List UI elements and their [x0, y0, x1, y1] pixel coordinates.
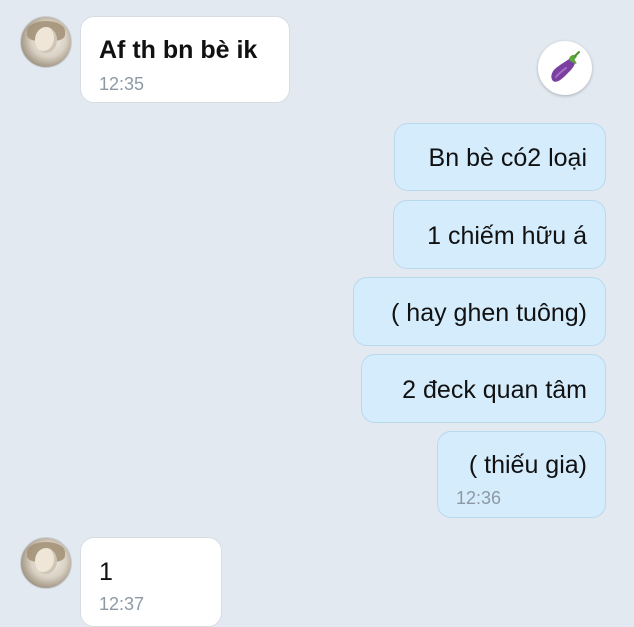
reaction-badge[interactable]: [538, 41, 592, 95]
avatar-face: [35, 548, 57, 574]
outgoing-message[interactable]: Bn bè có2 loại: [394, 123, 606, 191]
message-text: 1 chiếm hữu á: [427, 222, 587, 250]
eggplant-icon: [551, 51, 580, 82]
outgoing-message[interactable]: ( hay ghen tuông): [353, 277, 606, 346]
avatar-face: [35, 27, 57, 53]
contact-avatar[interactable]: [20, 16, 72, 68]
message-text: ( hay ghen tuông): [391, 299, 587, 327]
contact-avatar[interactable]: [20, 537, 72, 589]
incoming-message[interactable]: 1 12:37: [80, 537, 222, 627]
message-text: Af th bn bè ik: [99, 36, 258, 64]
incoming-message[interactable]: Af th bn bè ik 12:35: [80, 16, 290, 103]
message-text: 1: [99, 558, 113, 586]
message-text: 2 đeck quan tâm: [402, 376, 587, 404]
message-text: ( thiếu gia): [468, 451, 587, 479]
message-time: 12:35: [99, 74, 145, 94]
outgoing-message[interactable]: ( thiếu gia) 12:36: [437, 431, 606, 518]
outgoing-message[interactable]: 1 chiếm hữu á: [393, 200, 606, 269]
outgoing-message[interactable]: 2 đeck quan tâm: [361, 354, 606, 423]
message-text: Bn bè có2 loại: [428, 144, 587, 172]
message-time: 12:37: [99, 594, 145, 614]
message-time: 12:36: [456, 488, 502, 508]
